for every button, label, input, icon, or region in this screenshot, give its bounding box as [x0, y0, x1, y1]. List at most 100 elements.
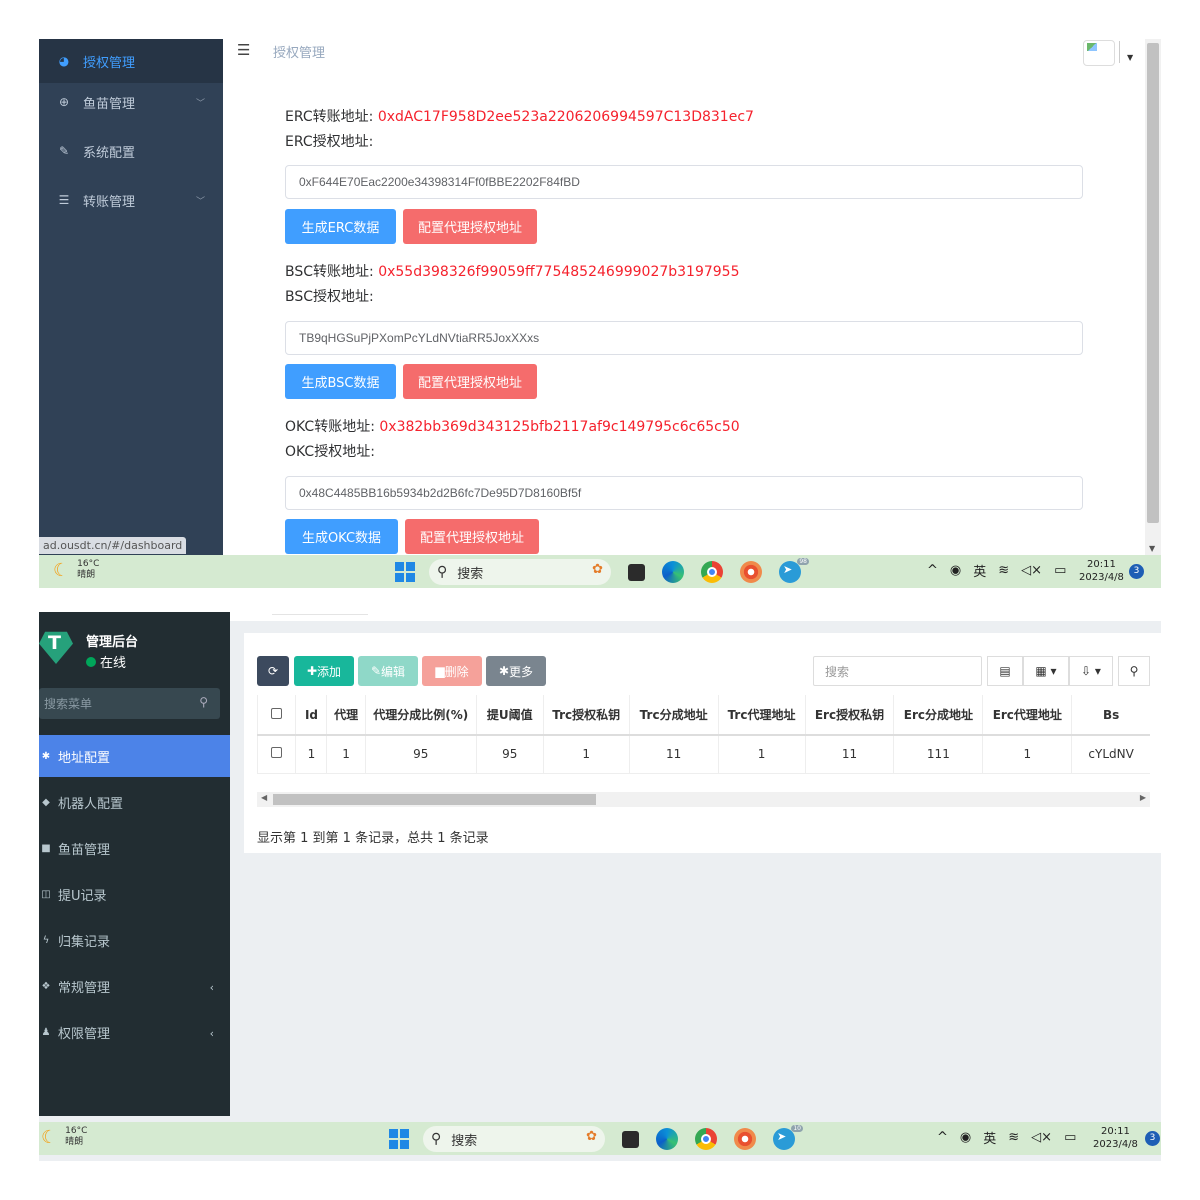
table-search-input[interactable]: 搜索 — [813, 656, 982, 686]
clock[interactable]: 20:11 2023/4/8 — [1093, 1125, 1138, 1151]
volume-icon[interactable]: ◁× — [1031, 1130, 1052, 1145]
column-header[interactable]: Trc代理地址 — [717, 695, 805, 736]
chrome-icon[interactable] — [701, 561, 723, 583]
sidebar-item-transfer[interactable]: ☰ 转账管理 ﹀ — [39, 178, 223, 222]
column-header[interactable]: Trc分成地址 — [628, 695, 719, 736]
okc-auth-input[interactable]: 0x48C4485BB16b5934b2d2B6fc7De95D7D8160Bf… — [285, 476, 1083, 510]
qq-icon[interactable]: ◉ — [960, 1130, 971, 1145]
chrome-icon[interactable] — [695, 1128, 717, 1150]
search-highlight-icon: ✿ — [592, 562, 603, 577]
hamburger-icon[interactable]: ☰ — [237, 41, 250, 59]
column-header[interactable]: 代理分成比例(%) — [364, 695, 477, 736]
column-header[interactable]: Bs — [1071, 695, 1150, 736]
scrollbar-thumb[interactable] — [273, 794, 596, 805]
sidebar-item-fish[interactable]: ⊕ 鱼苗管理 ﹀ — [39, 80, 223, 124]
config-bsc-proxy-button[interactable]: 配置代理授权地址 — [403, 364, 537, 399]
generate-erc-button[interactable]: 生成ERC数据 — [285, 209, 396, 244]
scroll-right-icon[interactable]: ▶ — [1140, 793, 1146, 802]
horizontal-scrollbar[interactable]: ◀ ▶ — [257, 792, 1150, 807]
search-icon[interactable]: ⚲ — [199, 695, 208, 709]
add-button[interactable]: ✚ 添加 — [294, 656, 354, 686]
weather-widget[interactable]: ☾ 16°C 晴朗 — [53, 559, 99, 581]
sidebar: ◕ 授权管理 ⊕ 鱼苗管理 ﹀ ✎ 系统配置 ☰ 转账管理 ﹀ ad.ousdt… — [39, 39, 223, 555]
export-button[interactable]: ⇩ ▾ — [1069, 656, 1113, 686]
windows-start-icon[interactable] — [395, 562, 415, 582]
telegram-icon[interactable]: 98 — [779, 558, 809, 583]
chevron-up-icon[interactable]: ^ — [927, 563, 938, 578]
generate-okc-button[interactable]: 生成OKC数据 — [285, 519, 398, 554]
volume-icon[interactable]: ◁× — [1021, 563, 1042, 578]
wifi-icon[interactable]: ≋ — [1008, 1130, 1019, 1145]
search-button[interactable]: ⚲ — [1118, 656, 1150, 686]
delete-button[interactable]: ▆ 删除 — [422, 656, 482, 686]
more-button[interactable]: ✱ 更多 — [486, 656, 546, 686]
taskview-icon[interactable] — [622, 1130, 639, 1148]
menu-search-input[interactable]: 搜索菜单 ⚲ — [39, 688, 220, 719]
scroll-down-icon[interactable]: ▼ — [1149, 544, 1155, 553]
breadcrumb[interactable]: 授权管理 — [273, 42, 325, 61]
column-header[interactable]: Erc分成地址 — [893, 695, 983, 736]
edge-icon[interactable] — [656, 1128, 678, 1150]
clock[interactable]: 20:11 2023/4/8 — [1079, 558, 1124, 584]
sidebar-item-general[interactable]: ❖ 常规管理 ‹ — [39, 965, 230, 1007]
wifi-icon[interactable]: ≋ — [998, 563, 1009, 578]
app-swirl-icon[interactable] — [740, 561, 762, 583]
caret-down-icon[interactable]: ▼ — [1127, 53, 1133, 62]
edge-icon[interactable] — [662, 561, 684, 583]
sidebar-item-address-config[interactable]: ✱ 地址配置 — [39, 735, 230, 777]
taskview-icon[interactable] — [628, 563, 645, 581]
sidebar-item-withdraw-log[interactable]: ◫ 提U记录 — [39, 873, 230, 915]
avatar[interactable] — [1083, 40, 1115, 66]
sidebar-item-label: 鱼苗管理 — [58, 842, 111, 858]
bsc-auth-input[interactable]: TB9qHGSuPjPXomPcYLdNVtiaRR5JoxXXxs — [285, 321, 1083, 355]
scrollbar-thumb[interactable] — [1147, 43, 1159, 523]
taskbar-search[interactable]: ⚲ 搜索 ✿ — [429, 559, 611, 585]
erc-auth-input[interactable]: 0xF644E70Eac2200e34398314Ff0fBBE2202F84f… — [285, 165, 1083, 199]
column-header[interactable]: Erc授权私钥 — [804, 695, 894, 736]
chevron-up-icon[interactable]: ^ — [937, 1130, 948, 1145]
column-header[interactable]: 代理 — [326, 695, 366, 736]
list-icon: ☰ — [58, 193, 70, 207]
notification-badge[interactable]: 3 — [1145, 1131, 1160, 1146]
taskbar-center: ⚲ 搜索 ✿ 10 — [389, 1125, 803, 1153]
download-icon: ⇩ ▾ — [1081, 664, 1101, 678]
config-erc-proxy-button[interactable]: 配置代理授权地址 — [403, 209, 537, 244]
columns-button[interactable]: ▦ ▾ — [1023, 656, 1069, 686]
sidebar-item-collect-log[interactable]: ϟ 归集记录 — [39, 919, 230, 961]
erc-transfer-address: 0xdAC17F958D2ee523a2206206994597C13D831e… — [377, 109, 754, 125]
config-okc-proxy-button[interactable]: 配置代理授权地址 — [405, 519, 539, 554]
input-language[interactable]: 英 — [973, 561, 986, 580]
sidebar-item-system[interactable]: ✎ 系统配置 — [39, 129, 223, 173]
table-row[interactable]: 1 1 95 95 1 11 1 11 111 1 cYLdNV — [257, 735, 1150, 774]
plus-icon: ✚ — [306, 664, 318, 678]
edit-button[interactable]: ✎ 编辑 — [358, 656, 418, 686]
qq-icon[interactable]: ◉ — [950, 563, 961, 578]
generate-bsc-button[interactable]: 生成BSC数据 — [285, 364, 396, 399]
sidebar-item-fish[interactable]: ■ 鱼苗管理 — [39, 827, 230, 869]
sidebar-item-auth[interactable]: ◕ 授权管理 — [39, 39, 223, 83]
vertical-scrollbar[interactable]: ▼ — [1145, 39, 1161, 555]
sidebar-item-robot-config[interactable]: ◆ 机器人配置 — [39, 781, 230, 823]
column-header[interactable]: Id — [295, 695, 327, 736]
column-header[interactable]: Trc授权私钥 — [542, 695, 630, 736]
column-header[interactable]: 提U阈值 — [475, 695, 544, 736]
scroll-left-icon[interactable]: ◀ — [261, 793, 267, 802]
taskbar-search[interactable]: ⚲ 搜索 ✿ — [423, 1126, 605, 1152]
toggle-view-button[interactable]: ▤ — [987, 656, 1023, 686]
refresh-button[interactable]: ⟳ — [257, 656, 289, 686]
weather-widget[interactable]: ☾ 16°C 晴朗 — [41, 1126, 87, 1148]
row-checkbox[interactable] — [257, 735, 296, 774]
sidebar-item-permissions[interactable]: ♟ 权限管理 ‹ — [39, 1011, 230, 1053]
app-swirl-icon[interactable] — [734, 1128, 756, 1150]
input-language[interactable]: 英 — [983, 1128, 996, 1147]
select-all-checkbox[interactable] — [257, 695, 296, 736]
temperature: 16°C — [77, 559, 100, 569]
battery-icon[interactable]: ▭ — [1054, 563, 1066, 578]
add-label: 添加 — [317, 664, 342, 679]
telegram-icon[interactable]: 10 — [773, 1125, 803, 1150]
windows-start-icon[interactable] — [389, 1129, 409, 1149]
battery-icon[interactable]: ▭ — [1064, 1130, 1076, 1145]
notification-badge[interactable]: 3 — [1129, 564, 1144, 579]
table-cell: 1 — [542, 735, 630, 774]
column-header[interactable]: Erc代理地址 — [982, 695, 1072, 736]
